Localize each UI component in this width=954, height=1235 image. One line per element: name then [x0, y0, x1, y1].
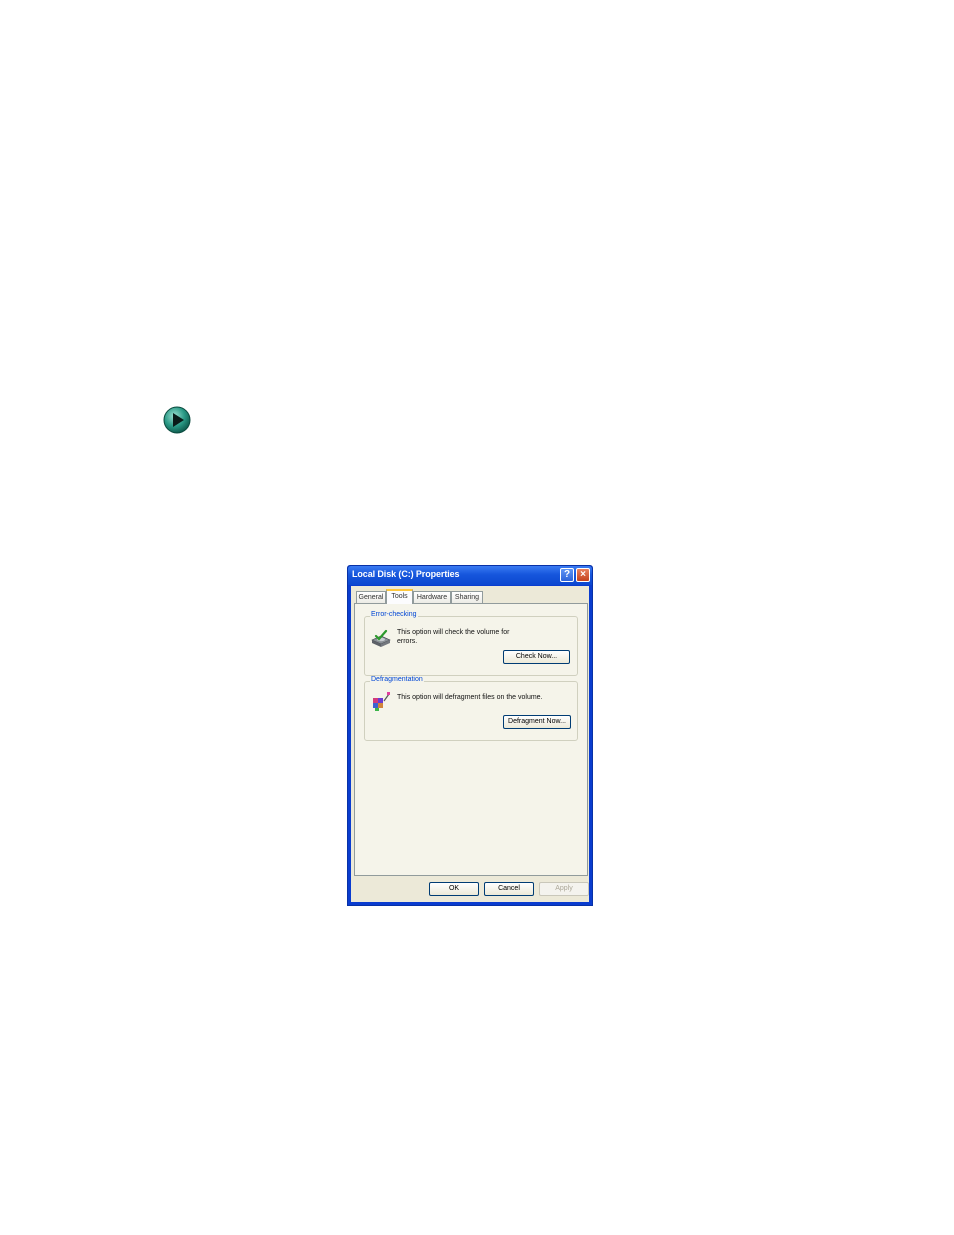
tab-general[interactable]: General — [356, 591, 386, 603]
cancel-button[interactable]: Cancel — [484, 882, 534, 896]
tab-tools[interactable]: Tools — [386, 589, 413, 604]
local-disk-properties-dialog: Local Disk (C:) Properties ? × General T… — [347, 565, 593, 906]
defragment-now-button[interactable]: Defragment Now... — [503, 715, 571, 729]
arrow-bullet-icon — [163, 406, 191, 434]
tab-hardware[interactable]: Hardware — [413, 591, 451, 603]
defragment-icon — [373, 692, 390, 711]
tab-sharing[interactable]: Sharing — [451, 591, 483, 603]
defragmentation-description: This option will defragment files on the… — [397, 694, 543, 701]
page: Local Disk (C:) Properties ? × General T… — [0, 0, 954, 1235]
dialog-title: Local Disk (C:) Properties — [352, 569, 460, 579]
error-checking-group: Error-checking This option will check th… — [364, 611, 578, 676]
error-checking-description: This option will check the volume for er… — [397, 629, 510, 645]
close-button[interactable]: × — [576, 568, 590, 582]
disk-check-icon — [371, 629, 391, 647]
apply-button[interactable]: Apply — [539, 882, 589, 896]
ok-button[interactable]: OK — [429, 882, 479, 896]
error-checking-label: Error-checking — [370, 611, 418, 618]
help-button[interactable]: ? — [560, 568, 574, 582]
defragmentation-label: Defragmentation — [370, 676, 424, 683]
defragmentation-group: Defragmentation This option will defragm… — [364, 676, 578, 741]
tools-tab-panel: Error-checking This option will check th… — [354, 603, 588, 876]
dialog-client-area: General Tools Hardware Sharing Error-che… — [351, 586, 589, 902]
check-now-button[interactable]: Check Now... — [503, 650, 570, 664]
title-bar[interactable]: Local Disk (C:) Properties ? × — [348, 566, 592, 585]
